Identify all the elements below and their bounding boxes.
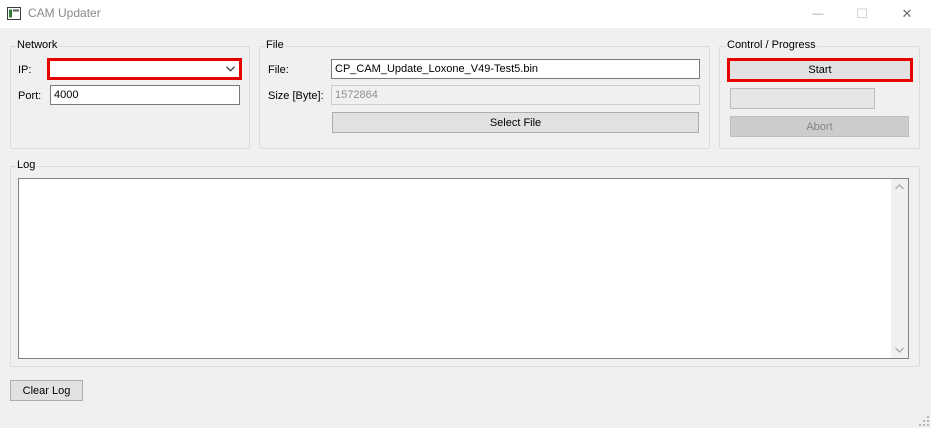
size-input: 1572864 (331, 85, 700, 105)
chevron-down-icon (894, 347, 904, 353)
resize-grip-icon[interactable] (919, 416, 929, 426)
close-button[interactable]: ✕ (884, 0, 930, 28)
file-group-label: File (265, 39, 285, 51)
log-scrollbar[interactable] (891, 179, 908, 358)
control-group-label: Control / Progress (726, 39, 817, 51)
scroll-down-arrow[interactable] (891, 342, 907, 358)
minimize-icon: — (812, 8, 824, 20)
title-bar: CAM Updater — ☐ ✕ (0, 0, 931, 28)
size-label: Size [Byte]: (268, 90, 324, 102)
progress-bar (730, 88, 875, 109)
close-icon: ✕ (901, 6, 913, 21)
file-label: File: (268, 64, 289, 76)
window-title: CAM Updater (28, 6, 101, 20)
chevron-down-icon (226, 66, 235, 72)
ip-label: IP: (18, 64, 32, 76)
ip-combobox[interactable] (47, 58, 242, 80)
abort-button: Abort (730, 116, 909, 137)
start-button[interactable]: Start (727, 58, 913, 82)
file-input[interactable]: CP_CAM_Update_Loxone_V49-Test5.bin (331, 59, 700, 79)
network-group-label: Network (16, 39, 59, 51)
app-window-icon (7, 7, 21, 20)
scroll-up-arrow[interactable] (891, 179, 907, 195)
log-group-label: Log (16, 159, 37, 171)
maximize-button[interactable]: ☐ (839, 0, 885, 28)
select-file-button[interactable]: Select File (332, 112, 699, 133)
clear-log-button[interactable]: Clear Log (10, 380, 83, 401)
port-input[interactable]: 4000 (50, 85, 240, 105)
port-label: Port: (18, 90, 42, 102)
maximize-icon: ☐ (856, 6, 868, 21)
chevron-up-icon (894, 184, 904, 190)
minimize-button[interactable]: — (795, 0, 841, 28)
log-textarea[interactable] (18, 178, 909, 359)
